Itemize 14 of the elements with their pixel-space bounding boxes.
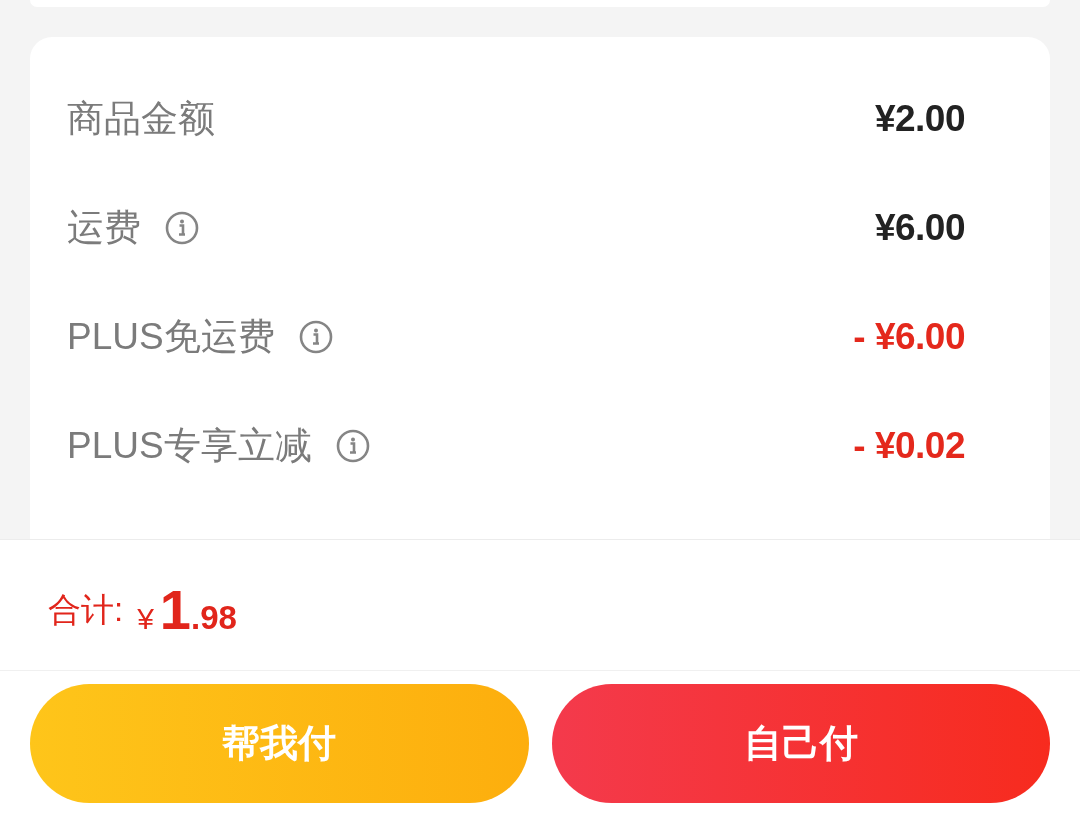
fee-label: PLUS专享立减 [67, 423, 312, 468]
fee-amount: ¥6.00 [874, 206, 965, 249]
pay-myself-button[interactable]: 自己付 [551, 684, 1050, 803]
total-amount: ¥1.98 [137, 582, 237, 638]
fee-label: 商品金额 [67, 96, 215, 141]
fee-label: 运费 [67, 205, 141, 250]
fee-amount: ¥2.00 [874, 97, 965, 140]
fee-amount: - ¥6.00 [853, 315, 965, 358]
info-icon[interactable] [335, 428, 370, 463]
total-label: 合计: [48, 589, 124, 630]
info-icon[interactable] [165, 210, 199, 245]
fee-label: PLUS免运费 [67, 314, 275, 359]
info-icon[interactable] [298, 319, 333, 354]
fee-amount: - ¥0.02 [853, 424, 965, 467]
